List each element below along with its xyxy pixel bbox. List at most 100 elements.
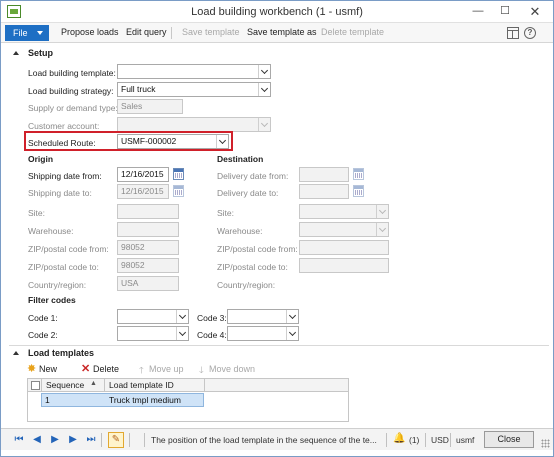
column-header-sequence[interactable]: Sequence [46, 380, 84, 390]
previous-page-icon[interactable]: ▶ [49, 434, 61, 446]
load-templates-grid: Sequence ▲ Load template ID 1 Truck tmpl… [27, 378, 349, 422]
chevron-down-icon[interactable] [176, 310, 188, 323]
destination-warehouse-select [299, 222, 389, 237]
chevron-down-icon[interactable] [258, 83, 270, 96]
section-divider [9, 345, 549, 346]
origin-warehouse-label: Warehouse: [28, 226, 74, 236]
save-template-button[interactable]: Save template [182, 27, 240, 37]
delivery-date-from-label: Delivery date from: [217, 171, 289, 181]
title-bar: Load building workbench (1 - usmf) — ☐ ✕ [1, 1, 553, 23]
grid-header: Sequence ▲ Load template ID [28, 379, 348, 392]
shipping-date-from-label: Shipping date from: [28, 171, 102, 181]
save-template-as-button[interactable]: Save template as [247, 27, 317, 37]
delete-label: Delete [93, 364, 120, 374]
minimize-button[interactable]: — [465, 3, 491, 20]
code4-select[interactable] [227, 326, 299, 341]
new-label: New [39, 364, 58, 374]
destination-header: Destination [217, 154, 264, 164]
next-record-icon[interactable]: ▶ [67, 434, 79, 446]
load-templates-header[interactable]: Load templates [28, 348, 94, 358]
destination-zip-to-field [299, 258, 389, 273]
chevron-down-icon[interactable] [286, 327, 298, 340]
origin-zip-to-field: 98052 [117, 258, 179, 273]
code3-select[interactable] [227, 309, 299, 324]
shipping-date-to-label: Shipping date to: [28, 188, 92, 198]
chevron-down-icon[interactable] [286, 310, 298, 323]
resize-grip-icon[interactable] [541, 439, 550, 448]
company-indicator[interactable]: usmf [456, 435, 474, 445]
delete-template-button[interactable]: Delete template [321, 27, 384, 37]
origin-header: Origin [28, 154, 54, 164]
status-help-text: The position of the load template in the… [151, 435, 377, 445]
notification-bell-icon[interactable]: 🔔 [393, 433, 405, 444]
load-templates-toolbar: ✸ New ✕ Delete 🡑 Move up 🡓 Move down [27, 363, 527, 377]
sequence-cell[interactable]: 1 [45, 395, 50, 405]
status-separator [101, 433, 102, 447]
code2-label: Code 2: [28, 330, 58, 340]
code1-select[interactable] [117, 309, 189, 324]
delete-x-icon: ✕ [81, 363, 91, 375]
action-separator [171, 27, 172, 39]
origin-country-region-value: USA [121, 278, 139, 288]
load-template-id-cell[interactable]: Truck tmpl medium [109, 395, 181, 405]
delivery-date-to-field [299, 184, 349, 199]
origin-zip-to-value: 98052 [121, 260, 145, 270]
destination-site-select [299, 204, 389, 219]
edit-pencil-icon[interactable]: ✎ [108, 432, 124, 448]
origin-country-region-label: Country/region: [28, 280, 87, 290]
chevron-down-icon[interactable] [176, 327, 188, 340]
edit-query-button[interactable]: Edit query [126, 27, 167, 37]
currency-indicator[interactable]: USD [431, 435, 449, 445]
column-separator [204, 379, 205, 392]
shipping-date-to-field: 12/16/2015 [117, 184, 169, 199]
notification-count: (1) [409, 435, 420, 445]
destination-zip-from-label: ZIP/postal code from: [217, 244, 298, 254]
file-menu-button[interactable]: File [5, 25, 49, 41]
close-window-button[interactable]: ✕ [519, 3, 551, 20]
shipping-date-to-value: 12/16/2015 [121, 186, 164, 196]
action-bar: File Propose loads Edit query Save templ… [1, 23, 553, 43]
chevron-down-icon[interactable] [258, 65, 270, 78]
origin-warehouse-field [117, 222, 179, 237]
sort-ascending-icon: ▲ [90, 380, 97, 387]
calendar-icon [353, 185, 364, 197]
layout-icon[interactable] [507, 27, 519, 39]
origin-country-region-field: USA [117, 276, 179, 291]
new-star-icon: ✸ [27, 363, 37, 375]
origin-zip-from-value: 98052 [121, 242, 145, 252]
status-separator [386, 433, 387, 447]
status-separator [450, 433, 451, 447]
maximize-button[interactable]: ☐ [492, 3, 518, 20]
shipping-date-from-value: 12/16/2015 [121, 169, 164, 179]
customer-account-label: Customer account: [28, 121, 100, 131]
load-building-template-select[interactable] [117, 64, 271, 79]
status-separator [425, 433, 426, 447]
column-separator [41, 379, 42, 392]
table-row[interactable]: 1 Truck tmpl medium [41, 393, 204, 407]
previous-record-icon[interactable]: ◀ [31, 434, 43, 446]
destination-country-region-label: Country/region: [217, 280, 276, 290]
chevron-down-icon [37, 31, 43, 35]
origin-site-label: Site: [28, 208, 46, 218]
load-building-strategy-select[interactable]: Full truck [117, 82, 271, 97]
help-icon[interactable]: ? [524, 27, 536, 39]
load-building-template-label: Load building template: [28, 68, 116, 78]
code2-select[interactable] [117, 326, 189, 341]
chevron-down-icon [258, 118, 270, 131]
column-header-load-template-id[interactable]: Load template ID [109, 380, 174, 390]
select-all-checkbox[interactable] [31, 381, 40, 390]
status-separator [144, 433, 145, 447]
supply-or-demand-type-field: Sales [117, 99, 183, 114]
setup-header[interactable]: Setup [28, 48, 53, 58]
first-record-icon[interactable]: ⏮ [13, 434, 25, 446]
propose-loads-button[interactable]: Propose loads [61, 27, 119, 37]
chevron-up-icon[interactable] [13, 351, 19, 355]
last-record-icon[interactable]: ⏭ [85, 434, 97, 446]
column-separator [104, 379, 105, 392]
destination-site-label: Site: [217, 208, 235, 218]
customer-account-select [117, 117, 271, 132]
calendar-icon[interactable] [173, 168, 184, 180]
close-button[interactable]: Close [484, 431, 534, 448]
shipping-date-from-field[interactable]: 12/16/2015 [117, 167, 169, 182]
chevron-up-icon[interactable] [13, 51, 19, 55]
